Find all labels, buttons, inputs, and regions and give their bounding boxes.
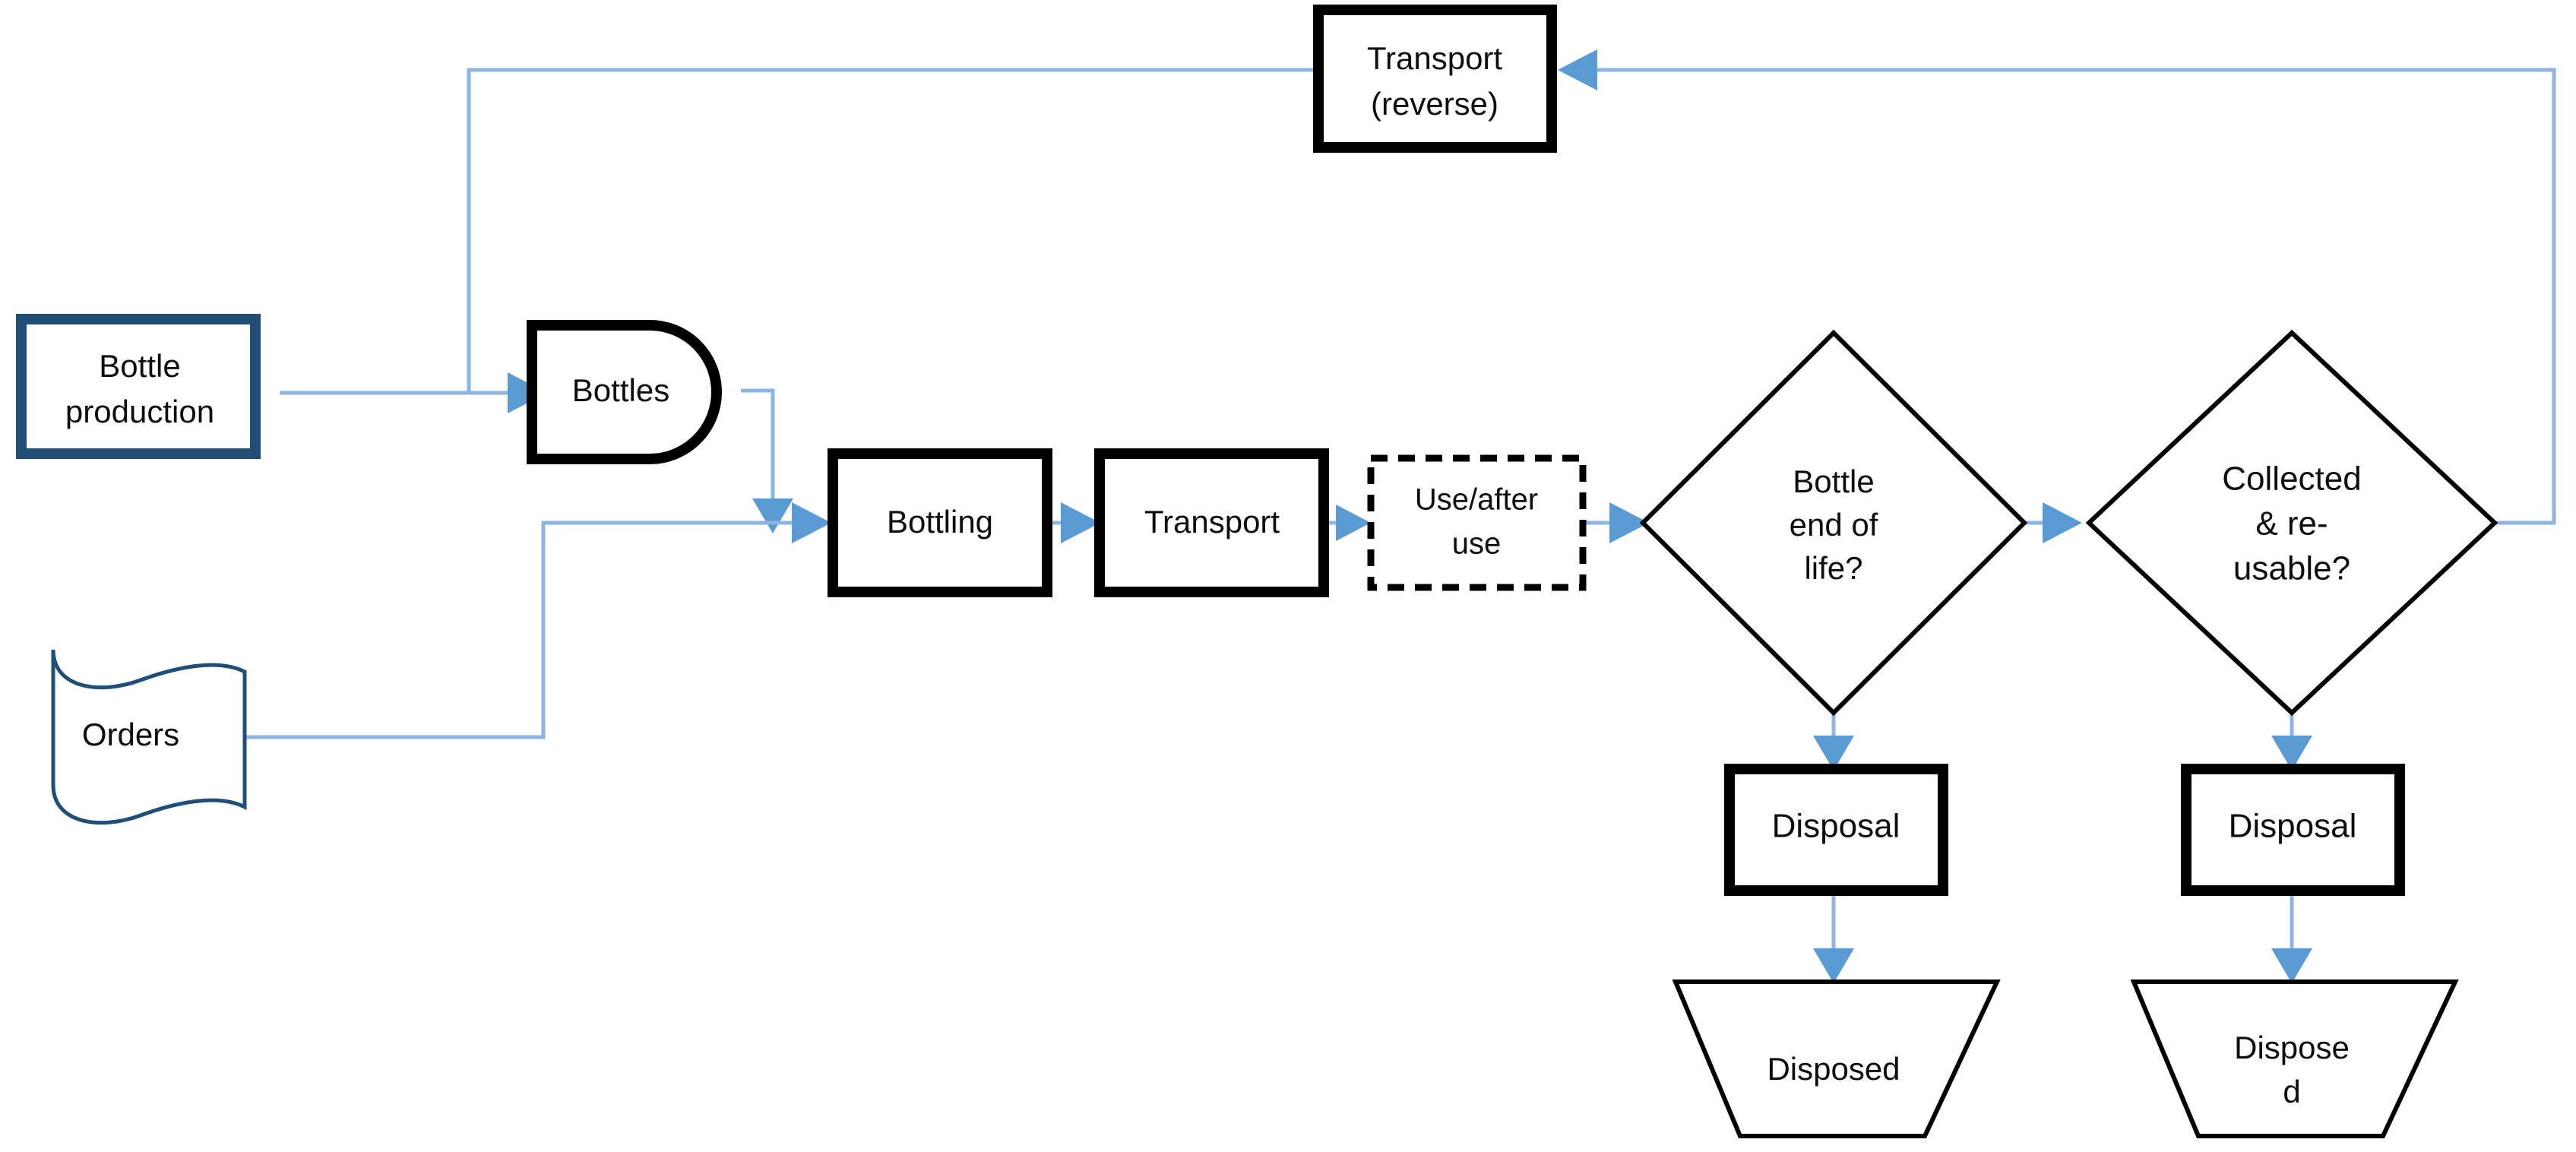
node-collected-reusable[interactable]: Collected & re- usable?: [2085, 329, 2498, 717]
disposed-left-label: Disposed: [1767, 1051, 1900, 1087]
edge-orders-to-bottling: [245, 502, 831, 739]
node-bottling[interactable]: Bottling: [828, 448, 1052, 597]
bottle-end-of-life-label-line3: life?: [1804, 550, 1862, 586]
collected-reusable-label-line2: & re-: [2255, 505, 2328, 543]
flowchart-canvas: Transport (reverse) Bottle production Bo…: [0, 0, 2576, 1152]
collected-reusable-label-line3: usable?: [2233, 550, 2350, 587]
node-disposal-right[interactable]: Disposal: [2181, 764, 2405, 896]
node-orders[interactable]: Orders: [51, 649, 247, 825]
bottle-production-label-line1: Bottle: [99, 348, 180, 384]
node-transport-reverse[interactable]: Transport (reverse): [1313, 5, 1557, 153]
flowchart-svg: Transport (reverse) Bottle production Bo…: [16, 5, 2556, 1138]
node-bottle-end-of-life[interactable]: Bottle end of life?: [1639, 329, 2028, 717]
use-after-use-label-line1: Use/after: [1415, 483, 1538, 517]
bottling-label: Bottling: [887, 504, 993, 540]
disposed-right-label-line2: d: [2283, 1074, 2300, 1109]
node-disposal-left[interactable]: Disposal: [1724, 764, 1948, 896]
edge-bottling-to-transport: [1047, 502, 1100, 543]
edge-transport-to-use: [1324, 505, 1371, 541]
transport-reverse-label-line1: Transport: [1367, 40, 1503, 76]
edge-end-of-life-to-collected: [2021, 502, 2082, 543]
node-bottles[interactable]: Bottles: [527, 320, 722, 464]
edge-use-to-end-of-life: [1583, 502, 1649, 543]
node-disposed-left[interactable]: Disposed: [1672, 980, 2001, 1138]
node-use-after-use[interactable]: Use/after use: [1367, 454, 1587, 591]
edge-collected-to-disposal-right: [2271, 714, 2312, 771]
bottle-production-label-line2: production: [65, 394, 214, 429]
node-transport[interactable]: Transport: [1094, 448, 1329, 597]
node-bottle-production[interactable]: Bottle production: [16, 314, 261, 459]
use-after-use-label-line2: use: [1452, 527, 1502, 561]
disposed-right-label-line1: Dispose: [2234, 1030, 2350, 1065]
orders-label: Orders: [82, 717, 179, 752]
edge-disposal-left-to-disposed-left: [1813, 886, 1854, 983]
edge-disposal-right-to-disposed-right: [2271, 886, 2312, 983]
node-disposed-right[interactable]: Dispose d: [2130, 980, 2459, 1138]
bottle-end-of-life-label-line1: Bottle: [1793, 464, 1874, 499]
collected-reusable-label-line1: Collected: [2222, 460, 2361, 498]
transport-reverse-label-line2: (reverse): [1371, 86, 1498, 122]
disposal-left-label: Disposal: [1772, 808, 1900, 845]
edge-bottles-to-bottling: [741, 388, 793, 533]
edge-end-of-life-to-disposal-left: [1813, 714, 1854, 771]
transport-label: Transport: [1144, 504, 1280, 540]
edge-bottle-production-to-bottles: [280, 372, 547, 413]
bottle-end-of-life-label-line2: end of: [1790, 507, 1878, 543]
disposal-right-label: Disposal: [2229, 808, 2357, 845]
bottles-label: Bottles: [572, 372, 669, 408]
